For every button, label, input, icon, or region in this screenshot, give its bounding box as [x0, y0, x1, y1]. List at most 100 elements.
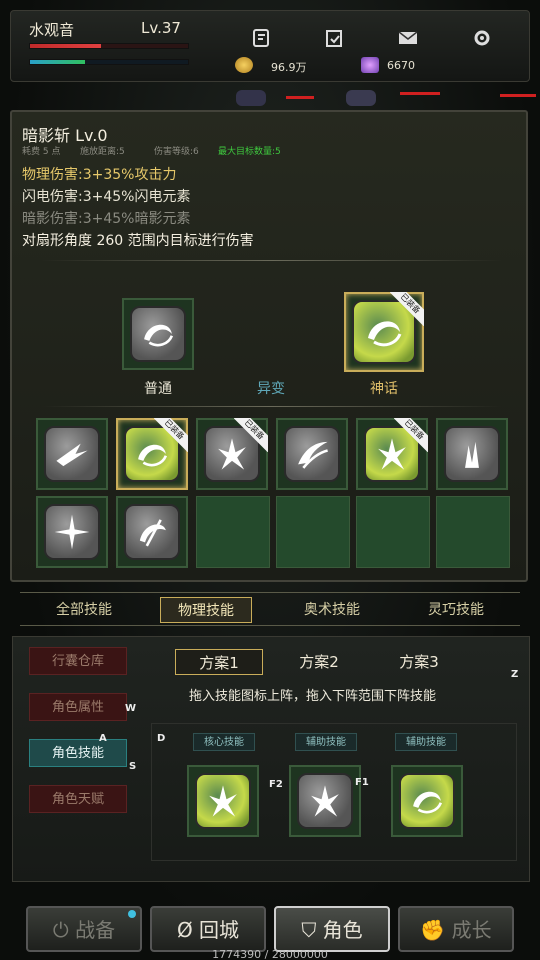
tier-myth-label[interactable]: 神话 — [339, 378, 429, 398]
dock-label: 战备 — [75, 918, 116, 942]
rune-slot[interactable]: 已装备 — [356, 418, 428, 490]
rune-slot[interactable] — [36, 496, 108, 568]
rune-stone — [195, 773, 251, 829]
tab-physical-skills[interactable]: 物理技能 — [160, 597, 252, 623]
dock-btn-battle-prep[interactable]: ⏻ 战备 — [26, 906, 142, 952]
tier-normal-rune[interactable] — [122, 298, 194, 370]
side-btn-talents[interactable]: 角色天赋 — [29, 785, 127, 813]
skill-range: 施放距离:5 — [80, 147, 125, 157]
rune-slot-equipped[interactable]: 已装备 — [116, 418, 188, 490]
skill-category-tabs: 全部技能 物理技能 奥术技能 灵巧技能 — [20, 592, 520, 626]
support-skill-label: 辅助技能 — [395, 733, 457, 751]
game-screen: 水观音 Lv.37 96.9万 6670 暗影斩 Lv.0 耗费 5 点 施放距… — [0, 0, 540, 960]
rune-stone — [399, 773, 455, 829]
rune-stone — [124, 504, 180, 560]
plan-tab-3[interactable]: 方案3 — [375, 649, 463, 675]
skill-shadow-damage: 暗影伤害:3+45%暗影元素 — [22, 211, 191, 227]
rune-stone — [444, 426, 500, 482]
dock-label: 回城 — [199, 918, 240, 942]
empty-rune-slot[interactable] — [196, 496, 270, 568]
plan-tab-2[interactable]: 方案2 — [275, 649, 363, 675]
tier-myth-rune[interactable]: 已装备 — [344, 292, 424, 372]
empty-rune-slot[interactable] — [276, 496, 350, 568]
bottom-dock: ⏻ 战备 Ø 回城 ⛉ 角色 ✊ 成长 — [20, 906, 520, 954]
support-skill-label: 辅助技能 — [295, 733, 357, 751]
dock-btn-growth[interactable]: ✊ 成长 — [398, 906, 514, 952]
dock-label: 成长 — [451, 918, 492, 942]
equipped-badge: 已装备 — [394, 418, 428, 452]
side-btn-inventory[interactable]: 行囊仓库 — [29, 647, 127, 675]
notification-dot — [128, 910, 136, 918]
empty-rune-slot[interactable] — [436, 496, 510, 568]
rune-slot[interactable]: 已装备 — [196, 418, 268, 490]
key-f1: F1 — [355, 777, 369, 788]
rune-stone — [297, 773, 353, 829]
plan-tab-1[interactable]: 方案1 — [175, 649, 263, 675]
player-status-bar: 水观音 Lv.37 96.9万 6670 — [10, 10, 530, 82]
rune-slot[interactable] — [116, 496, 188, 568]
monster-hp-bar — [286, 96, 314, 99]
rune-stone — [130, 306, 186, 362]
empty-rune-slot[interactable] — [356, 496, 430, 568]
key-a: A — [99, 733, 107, 744]
skill-physical-damage: 物理伤害:3+35%攻击力 — [22, 167, 177, 183]
tab-agile-skills[interactable]: 灵巧技能 — [410, 597, 502, 623]
mail-icon[interactable] — [397, 27, 419, 49]
key-z: Z — [511, 669, 519, 680]
side-btn-skills[interactable]: 角色技能 — [29, 739, 127, 767]
divider — [42, 260, 502, 261]
dock-btn-return-town[interactable]: Ø 回城 — [150, 906, 266, 952]
gem-icon — [361, 57, 379, 73]
monster-sprite — [236, 90, 266, 106]
rune-slot[interactable] — [36, 418, 108, 490]
equipped-badge: 已装备 — [234, 418, 268, 452]
support-skill-slot[interactable] — [289, 765, 361, 837]
skill-title: 暗影斩 Lv.0 — [22, 126, 108, 145]
clipboard-icon[interactable] — [323, 27, 345, 49]
battlefield-strip — [0, 84, 540, 112]
loadout-hint: 拖入技能图标上阵，拖入下阵范围下阵技能 — [189, 689, 437, 704]
core-skill-slot[interactable] — [187, 765, 259, 837]
dock-btn-character[interactable]: ⛉ 角色 — [274, 906, 390, 952]
portal-icon: Ø — [176, 918, 193, 942]
key-d: D — [157, 733, 166, 744]
tier-mutation-label[interactable]: 异变 — [226, 378, 316, 398]
skill-damage-level: 伤害等级:6 — [154, 147, 199, 157]
skill-cost: 耗费 5 点 — [22, 147, 61, 157]
tab-arcane-skills[interactable]: 奥术技能 — [286, 597, 378, 623]
player-name: 水观音 — [29, 21, 75, 39]
fist-icon: ✊ — [420, 918, 446, 942]
power-icon: ⏻ — [52, 918, 69, 942]
skill-max-targets: 最大目标数量:5 — [218, 147, 281, 157]
skill-description: 对扇形角度 260 范围内目标进行伤害 — [22, 233, 254, 249]
tier-normal-label[interactable]: 普通 — [113, 378, 203, 398]
core-skill-label: 核心技能 — [193, 733, 255, 751]
helmet-icon: ⛉ — [301, 918, 317, 942]
player-level: Lv.37 — [141, 19, 181, 37]
dock-label: 角色 — [322, 918, 363, 942]
rune-stone — [44, 426, 100, 482]
hp-fill — [30, 44, 102, 48]
mp-fill — [30, 60, 86, 64]
rune-slot[interactable] — [436, 418, 508, 490]
tab-all-skills[interactable]: 全部技能 — [38, 597, 130, 623]
skill-book-icon[interactable] — [251, 27, 273, 49]
skill-detail-panel: 暗影斩 Lv.0 耗费 5 点 施放距离:5 伤害等级:6 最大目标数量:5 物… — [10, 110, 528, 582]
gold-coin-icon — [235, 57, 253, 73]
gear-icon[interactable] — [471, 27, 493, 49]
monster-hp-bar — [500, 94, 536, 97]
key-w: W — [125, 703, 137, 714]
monster-hp-bar — [400, 92, 440, 95]
side-btn-attributes[interactable]: 角色属性 — [29, 693, 127, 721]
skill-loadout-panel: 行囊仓库 角色属性 角色技能 角色天赋 方案1 方案2 方案3 拖入技能图标上阵… — [12, 636, 530, 882]
rune-stone — [284, 426, 340, 482]
key-f2: F2 — [269, 779, 283, 790]
gem-amount: 6670 — [387, 59, 415, 72]
equipped-badge: 已装备 — [154, 418, 188, 452]
rune-stone — [44, 504, 100, 560]
skill-lightning-damage: 闪电伤害:3+45%闪电元素 — [22, 189, 191, 205]
support-skill-slot[interactable] — [391, 765, 463, 837]
experience-text: 1774390 / 28000000 — [212, 948, 328, 960]
rune-slot[interactable] — [276, 418, 348, 490]
hp-bar — [29, 43, 189, 49]
